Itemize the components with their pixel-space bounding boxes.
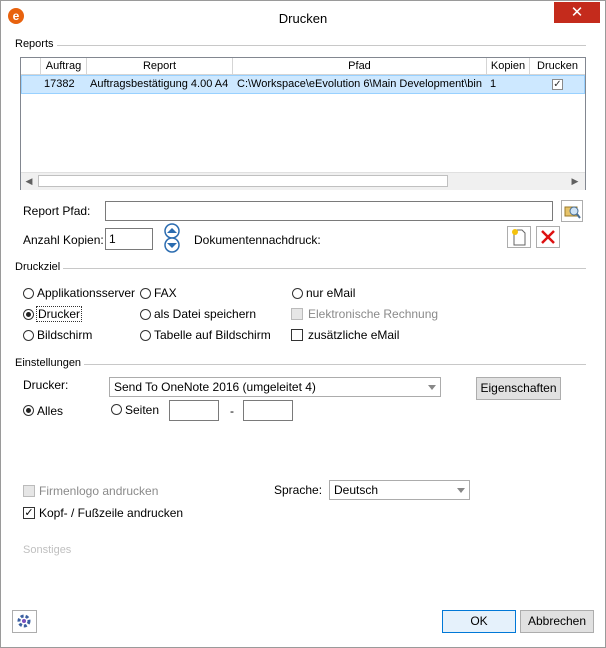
einstellungen-divider — [15, 364, 586, 365]
abbrechen-button[interactable]: Abbrechen — [520, 610, 594, 633]
new-document-button[interactable] — [507, 226, 531, 248]
close-icon: ✕ — [570, 4, 584, 21]
zusaetzliche-email-checkbox[interactable] — [291, 329, 303, 341]
reports-grid[interactable]: Auftrag Report Pfad Kopien Drucken 17382… — [20, 57, 586, 190]
drucker-label: Drucker: — [23, 378, 69, 392]
radio-applikationsserver-label[interactable]: Applikationsserver — [37, 286, 135, 300]
sprache-select[interactable]: Deutsch — [329, 480, 470, 500]
sprache-select-value: Deutsch — [334, 483, 379, 497]
zusaetzliche-email-label[interactable]: zusätzliche eMail — [308, 328, 399, 342]
cell-report: Auftragsbestätigung 4.00 A4 — [90, 78, 229, 90]
sonstiges-label: Sonstiges — [23, 544, 72, 556]
scroll-right-icon[interactable]: ▶ — [569, 175, 581, 187]
report-pfad-input[interactable] — [105, 201, 553, 221]
radio-bildschirm[interactable] — [23, 330, 34, 341]
firmenlogo-checkbox — [23, 485, 35, 497]
firmenlogo-label: Firmenlogo andrucken — [39, 484, 159, 498]
report-pfad-label: Report Pfad: — [23, 204, 91, 218]
radio-tabelle[interactable] — [140, 330, 151, 341]
dokumentennachdruck-label: Dokumentennachdruck: — [194, 233, 321, 247]
close-button[interactable]: ✕ — [554, 2, 600, 23]
radio-alles[interactable] — [23, 405, 34, 416]
radio-drucker-label[interactable]: Drucker — [36, 306, 83, 322]
druckziel-divider — [15, 268, 586, 269]
spin-up-icon[interactable] — [164, 223, 180, 239]
print-dialog: e Drucken ✕ Reports Auftrag Report Pfad … — [0, 0, 606, 648]
kopfzeile-checkbox[interactable]: ✓ — [23, 507, 35, 519]
radio-als-datei-label[interactable]: als Datei speichern — [154, 307, 256, 321]
table-row[interactable]: 17382 Auftragsbestätigung 4.00 A4 C:\Wor… — [21, 75, 585, 94]
grid-header-rowselector — [21, 58, 41, 75]
anzahl-kopien-label: Anzahl Kopien: — [23, 233, 104, 247]
browse-button[interactable] — [561, 200, 583, 222]
druckziel-group-label: Druckziel — [15, 261, 64, 273]
drucker-select-value: Send To OneNote 2016 (umgeleitet 4) — [114, 380, 316, 394]
browse-folder-icon — [564, 206, 581, 219]
settings-gear-icon — [17, 614, 31, 628]
new-document-icon — [512, 229, 526, 246]
radio-seiten-label[interactable]: Seiten — [125, 403, 159, 417]
spin-down-icon[interactable] — [164, 237, 180, 253]
einstellungen-group-label: Einstellungen — [15, 357, 85, 369]
drucker-select[interactable]: Send To OneNote 2016 (umgeleitet 4) — [109, 377, 441, 397]
radio-drucker[interactable] — [23, 309, 34, 320]
anzahl-kopien-input[interactable]: 1 — [105, 228, 153, 250]
elektronische-rechnung-label: Elektronische Rechnung — [308, 307, 439, 321]
delete-icon — [541, 230, 555, 244]
kopfzeile-label[interactable]: Kopf- / Fußzeile andrucken — [39, 506, 183, 520]
radio-nur-email[interactable] — [292, 288, 303, 299]
scrollbar-thumb[interactable] — [38, 175, 448, 187]
chevron-down-icon — [457, 488, 465, 493]
column-header-kopien[interactable]: Kopien — [487, 58, 530, 75]
reports-group-label: Reports — [15, 38, 57, 50]
column-header-pfad[interactable]: Pfad — [233, 58, 487, 75]
radio-als-datei[interactable] — [140, 309, 151, 320]
radio-applikationsserver[interactable] — [23, 288, 34, 299]
settings-button[interactable] — [12, 610, 37, 633]
column-header-auftrag[interactable]: Auftrag — [41, 58, 87, 75]
scroll-left-icon[interactable]: ◀ — [23, 175, 35, 187]
cell-pfad: C:\Workspace\eEvolution 6\Main Developme… — [237, 78, 482, 90]
cell-kopien: 1 — [490, 78, 497, 90]
delete-button[interactable] — [536, 226, 560, 248]
ok-button[interactable]: OK — [442, 610, 516, 633]
radio-seiten[interactable] — [111, 404, 122, 415]
sprache-label: Sprache: — [274, 483, 323, 497]
column-header-drucken[interactable]: Drucken — [530, 58, 585, 75]
title-bar: e Drucken ✕ — [1, 1, 605, 33]
seiten-dash: - — [230, 404, 234, 418]
radio-nur-email-label[interactable]: nur eMail — [306, 286, 355, 300]
radio-alles-label[interactable]: Alles — [37, 404, 63, 418]
horizontal-scrollbar[interactable]: ◀ ▶ — [21, 172, 585, 190]
elektronische-rechnung-checkbox — [291, 308, 303, 320]
seiten-to-input[interactable] — [243, 400, 293, 421]
radio-tabelle-label[interactable]: Tabelle auf Bildschirm — [154, 328, 271, 342]
seiten-from-input[interactable] — [169, 400, 219, 421]
reports-divider — [15, 45, 586, 46]
eigenschaften-button[interactable]: Eigenschaften — [476, 377, 561, 400]
radio-bildschirm-label[interactable]: Bildschirm — [37, 328, 92, 342]
cell-auftrag: 17382 — [44, 78, 75, 90]
radio-fax-label[interactable]: FAX — [154, 286, 177, 300]
kopien-spinner[interactable] — [160, 223, 184, 253]
window-title: Drucken — [278, 11, 328, 26]
chevron-down-icon — [428, 385, 436, 390]
column-header-report[interactable]: Report — [87, 58, 233, 75]
radio-fax[interactable] — [140, 288, 151, 299]
cell-drucken-checkbox[interactable]: ✓ — [552, 79, 563, 90]
